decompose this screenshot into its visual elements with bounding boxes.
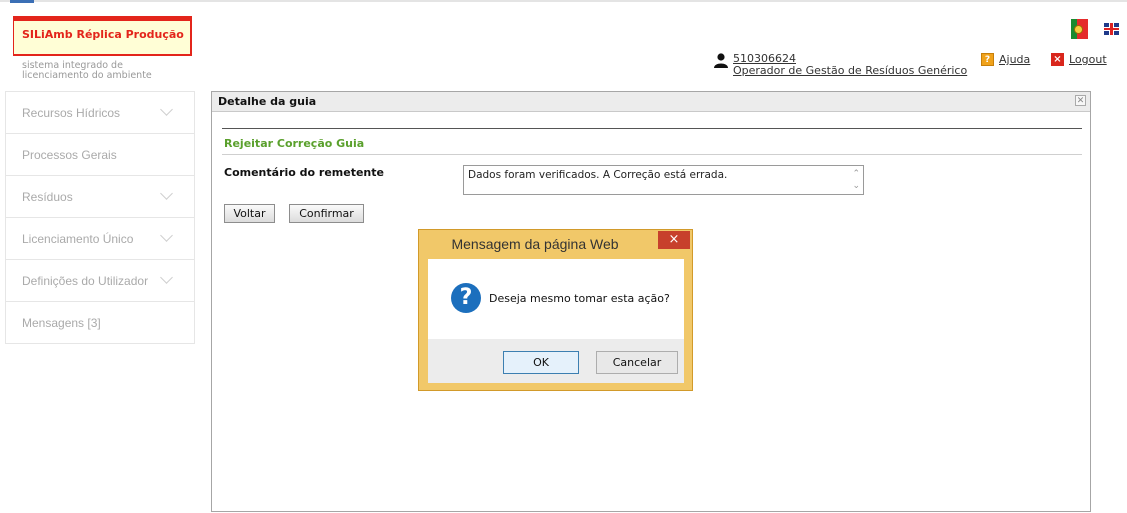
user-icon bbox=[714, 53, 728, 68]
comment-label: Comentário do remetente bbox=[224, 166, 384, 179]
dialog-body: ? Deseja mesmo tomar esta ação? bbox=[428, 259, 684, 339]
sidebar-item-label: Resíduos bbox=[22, 190, 73, 204]
divider bbox=[222, 128, 1082, 129]
sidebar-item-label: Processos Gerais bbox=[22, 148, 117, 162]
panel-header: Detalhe da guia ✕ bbox=[212, 92, 1090, 112]
app-tagline: sistema integrado de licenciamento do am… bbox=[22, 60, 152, 81]
app-name: SILiAmb Réplica Produção bbox=[22, 28, 184, 41]
sidebar-item-label: Licenciamento Único bbox=[22, 232, 134, 246]
sidebar-menu: Recursos Hídricos Processos Gerais Resíd… bbox=[5, 91, 195, 344]
sidebar-item-licenciamento-unico[interactable]: Licenciamento Único bbox=[6, 218, 194, 260]
chevron-down-icon bbox=[160, 103, 173, 116]
dialog-title: Mensagem da página Web bbox=[451, 236, 619, 252]
user-role-link[interactable]: Operador de Gestão de Resíduos Genérico bbox=[733, 65, 967, 77]
confirm-dialog: Mensagem da página Web × ? Deseja mesmo … bbox=[418, 229, 693, 391]
logout-icon: × bbox=[1051, 53, 1064, 66]
sidebar-item-recursos-hidricos[interactable]: Recursos Hídricos bbox=[6, 92, 194, 134]
dialog-footer: OK Cancelar bbox=[428, 339, 684, 383]
back-button[interactable]: Voltar bbox=[224, 204, 275, 223]
sidebar-item-label: Mensagens [3] bbox=[22, 316, 101, 330]
sidebar-item-mensagens[interactable]: Mensagens [3] bbox=[6, 302, 194, 344]
chevron-down-icon bbox=[160, 271, 173, 284]
divider bbox=[222, 154, 1082, 155]
comment-textarea[interactable]: Dados foram verificados. A Correção está… bbox=[463, 165, 864, 195]
question-icon: ? bbox=[451, 283, 481, 313]
sidebar-item-processos-gerais[interactable]: Processos Gerais bbox=[6, 134, 194, 176]
comment-value: Dados foram verificados. A Correção está… bbox=[468, 169, 728, 181]
english-flag-icon[interactable] bbox=[1104, 23, 1119, 35]
app-logo[interactable]: SILiAmb Réplica Produção bbox=[13, 16, 192, 56]
sidebar-item-label: Recursos Hídricos bbox=[22, 106, 121, 120]
portuguese-flag-icon[interactable] bbox=[1071, 19, 1088, 39]
cancel-button[interactable]: Cancelar bbox=[596, 351, 678, 374]
sidebar-item-residuos[interactable]: Resíduos bbox=[6, 176, 194, 218]
chevron-down-icon bbox=[160, 187, 173, 200]
chevron-down-icon bbox=[160, 229, 173, 242]
sidebar-item-label: Definições do Utilizador bbox=[22, 274, 149, 288]
help-label[interactable]: Ajuda bbox=[999, 53, 1030, 66]
logout-label[interactable]: Logout bbox=[1069, 53, 1107, 66]
confirm-button[interactable]: Confirmar bbox=[289, 204, 364, 223]
panel-title: Detalhe da guia bbox=[218, 95, 317, 108]
help-icon: ? bbox=[981, 53, 994, 66]
help-link[interactable]: ? Ajuda bbox=[981, 53, 1030, 66]
close-icon[interactable]: × bbox=[658, 231, 690, 249]
dialog-message: Deseja mesmo tomar esta ação? bbox=[489, 292, 670, 305]
scroll-arrows-icon[interactable]: ⌃ ⌄ bbox=[852, 168, 860, 192]
section-title: Rejeitar Correção Guia bbox=[224, 137, 365, 150]
close-icon[interactable]: ✕ bbox=[1075, 95, 1086, 106]
ok-button[interactable]: OK bbox=[503, 351, 579, 374]
logout-link[interactable]: × Logout bbox=[1051, 53, 1107, 66]
top-strip bbox=[0, 0, 1127, 8]
sidebar-item-definicoes-utilizador[interactable]: Definições do Utilizador bbox=[6, 260, 194, 302]
